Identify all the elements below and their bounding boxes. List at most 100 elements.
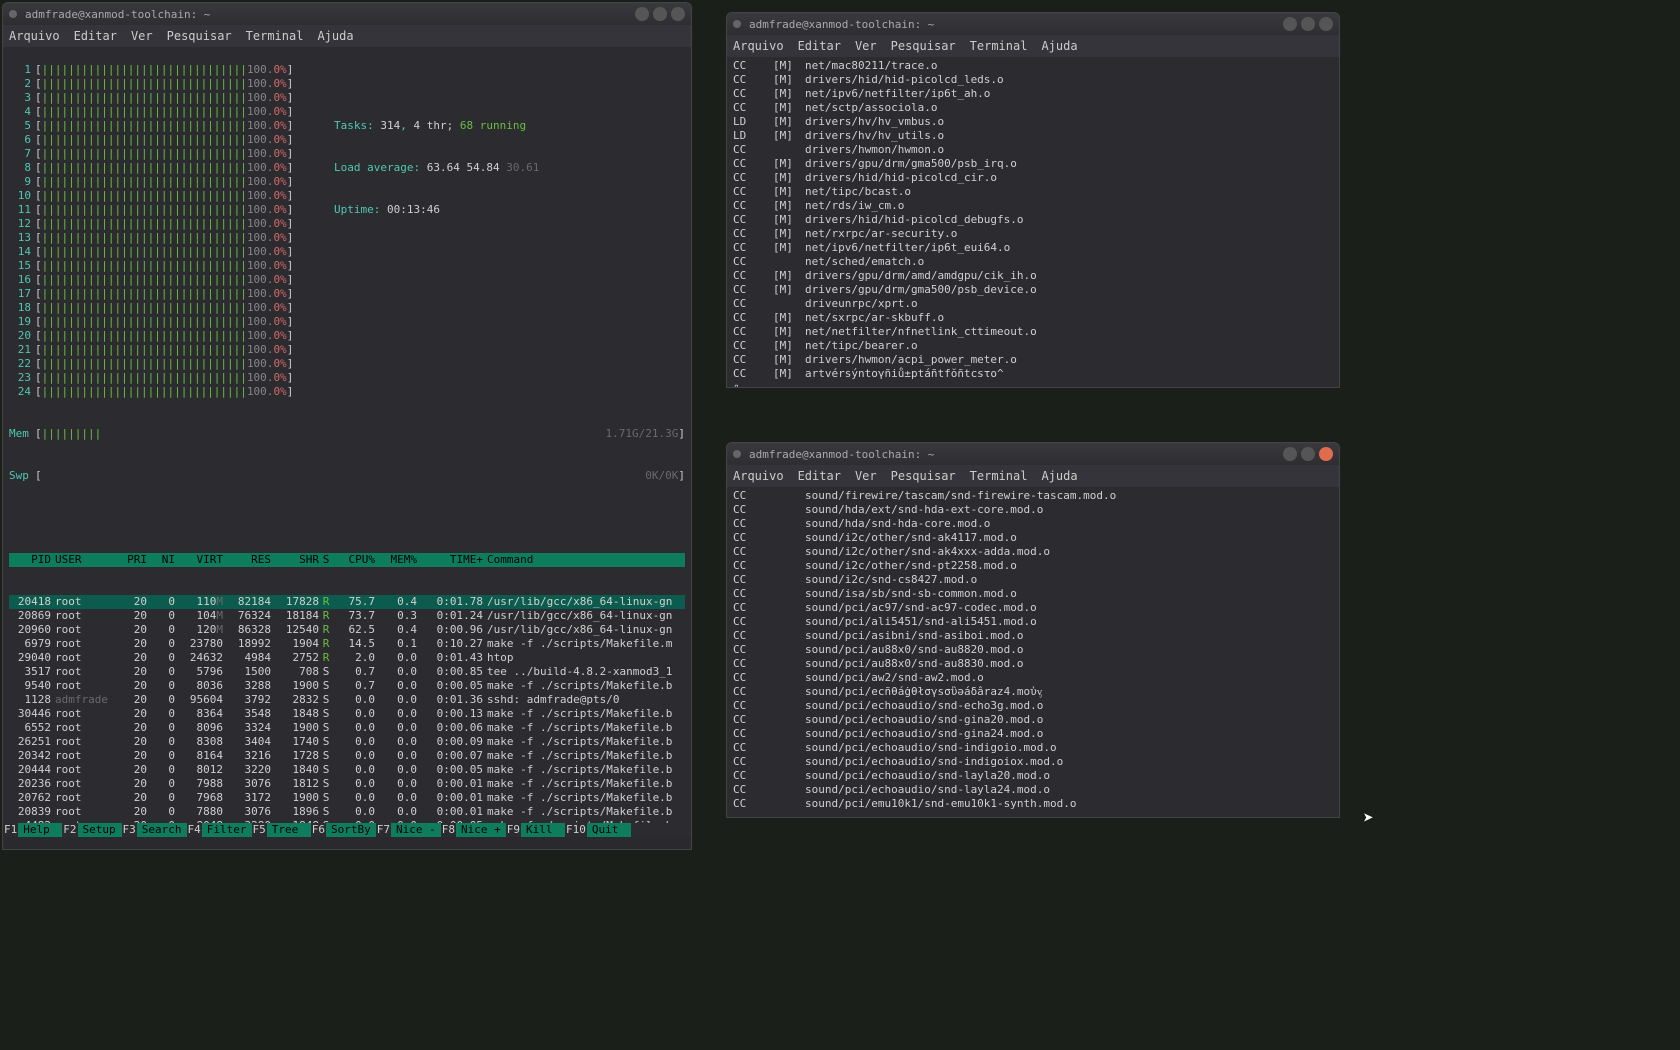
build-line: CC[M] net/tipc/bcast.o [733, 185, 1333, 199]
menu-file[interactable]: Arquivo [9, 29, 60, 43]
terminal-body[interactable]: 1[|||||||||||||||||||||||||||||||100.0%]… [3, 47, 691, 837]
build-line: CC[M] drivers/gpu/drm/amd/amdgpu/cik_ih.… [733, 269, 1333, 283]
col-cpu%[interactable]: CPU% [333, 553, 375, 567]
fkey-quit[interactable]: F10Quit [565, 823, 631, 837]
process-row[interactable]: 20418root200110M8218417828R75.70.40:01.7… [9, 595, 685, 609]
cpu-meter-15: 15[|||||||||||||||||||||||||||||||100.0%… [9, 259, 319, 273]
close-icon[interactable] [671, 7, 685, 21]
build-line: CC[M] net/sxrpc/ar-skbuff.o [733, 311, 1333, 325]
menu-terminal[interactable]: Terminal [246, 29, 304, 43]
process-row[interactable]: 20960root200120M8632812540R62.50.40:00.9… [9, 623, 685, 637]
maximize-icon[interactable] [1301, 447, 1315, 461]
build-line: CC sound/pci/aw2/snd-aw2.mod.o [733, 671, 1333, 685]
process-row[interactable]: 29040root2002463249842752R2.00.00:01.43h… [9, 651, 685, 665]
col-s[interactable]: S [319, 553, 333, 567]
fkey-nice+[interactable]: F8Nice + [441, 823, 506, 837]
cpu-meter-14: 14[|||||||||||||||||||||||||||||||100.0%… [9, 245, 319, 259]
menu-help[interactable]: Ajuda [317, 29, 353, 43]
close-icon[interactable] [1319, 447, 1333, 461]
titlebar[interactable]: admfrade@xanmod-toolchain: ~ [727, 443, 1339, 465]
titlebar[interactable]: admfrade@xanmod-toolchain: ~ [727, 13, 1339, 35]
build-line: CC sound/i2c/other/snd-pt2258.mod.o [733, 559, 1333, 573]
menubar[interactable]: Arquivo Editar Ver Pesquisar Terminal Aj… [3, 25, 691, 47]
process-row[interactable]: 20869root200104M7632418184R73.70.30:01.2… [9, 609, 685, 623]
menu-view[interactable]: Ver [855, 39, 877, 53]
process-header[interactable]: PIDUSERPRINIVIRTRESSHRSCPU%MEM%TIME+Comm… [9, 553, 685, 567]
build-line: CC[M] net/mac80211/trace.o [733, 59, 1333, 73]
col-user[interactable]: USER [51, 553, 115, 567]
process-row[interactable]: 9540root200803632881900S0.70.00:00.05mak… [9, 679, 685, 693]
process-row[interactable]: 20444root200801232201840S0.00.00:00.05ma… [9, 763, 685, 777]
menu-terminal[interactable]: Terminal [970, 39, 1028, 53]
terminal-body[interactable]: CC[M] net/mac80211/trace.o CC[M] drivers… [727, 57, 1339, 387]
col-pid[interactable]: PID [9, 553, 51, 567]
menu-file[interactable]: Arquivo [733, 39, 784, 53]
col-res[interactable]: RES [223, 553, 271, 567]
col-shr[interactable]: SHR [271, 553, 319, 567]
terminal-build-top[interactable]: admfrade@xanmod-toolchain: ~ Arquivo Edi… [726, 12, 1340, 388]
cpu-meter-22: 22[|||||||||||||||||||||||||||||||100.0%… [9, 357, 319, 371]
minimize-icon[interactable] [635, 7, 649, 21]
process-row[interactable]: 26251root200830834041740S0.00.00:00.09ma… [9, 735, 685, 749]
menu-edit[interactable]: Editar [798, 39, 841, 53]
menubar[interactable]: Arquivo Editar Ver Pesquisar Terminal Aj… [727, 35, 1339, 57]
function-keys[interactable]: F1HelpF2SetupF3SearchF4FilterF5TreeF6Sor… [3, 823, 691, 837]
fkey-tree[interactable]: F5Tree [252, 823, 311, 837]
process-row[interactable]: 20839root200788030761896S0.00.00:00.01ma… [9, 805, 685, 819]
col-virt[interactable]: VIRT [175, 553, 223, 567]
process-row[interactable]: 20762root200796831721900S0.00.00:00.01ma… [9, 791, 685, 805]
build-line: CC sound/pci/echoaudio/snd-indigoiox.mod… [733, 755, 1333, 769]
col-mem%[interactable]: MEM% [375, 553, 417, 567]
menu-search[interactable]: Pesquisar [891, 469, 956, 483]
process-row[interactable]: 3517root20057961500708S0.70.00:00.85tee … [9, 665, 685, 679]
minimize-icon[interactable] [1283, 447, 1297, 461]
menu-edit[interactable]: Editar [74, 29, 117, 43]
cpu-meter-11: 11[|||||||||||||||||||||||||||||||100.0%… [9, 203, 319, 217]
close-icon[interactable] [1319, 17, 1333, 31]
col-time+[interactable]: TIME+ [417, 553, 483, 567]
menubar[interactable]: Arquivo Editar Ver Pesquisar Terminal Aj… [727, 465, 1339, 487]
process-row[interactable]: 1128admfrade2009560437922832S0.00.00:01.… [9, 693, 685, 707]
process-row[interactable]: 30446root200836435481848S0.00.00:00.13ma… [9, 707, 685, 721]
cpu-meter-8: 8[|||||||||||||||||||||||||||||||100.0%] [9, 161, 319, 175]
process-row[interactable]: 6979root20023780189921904R14.50.10:10.27… [9, 637, 685, 651]
fkey-nice-[interactable]: F7Nice - [376, 823, 441, 837]
maximize-icon[interactable] [653, 7, 667, 21]
col-ni[interactable]: NI [147, 553, 175, 567]
build-line: CC sound/isa/sb/snd-sb-common.mod.o [733, 587, 1333, 601]
build-line: CC sound/i2c/other/snd-ak4xxx-adda.mod.o [733, 545, 1333, 559]
fkey-filter[interactable]: F4Filter [187, 823, 252, 837]
menu-help[interactable]: Ajuda [1041, 39, 1077, 53]
cpu-meter-24: 24[|||||||||||||||||||||||||||||||100.0%… [9, 385, 319, 399]
menu-search[interactable]: Pesquisar [891, 39, 956, 53]
fkey-sortby[interactable]: F6SortBy [311, 823, 376, 837]
app-icon [9, 10, 17, 18]
cpu-meter-10: 10[|||||||||||||||||||||||||||||||100.0%… [9, 189, 319, 203]
process-list[interactable]: 20418root200110M8218417828R75.70.40:01.7… [9, 595, 685, 837]
menu-terminal[interactable]: Terminal [970, 469, 1028, 483]
fkey-search[interactable]: F3Search [122, 823, 187, 837]
terminal-build-bottom[interactable]: admfrade@xanmod-toolchain: ~ Arquivo Edi… [726, 442, 1340, 818]
fkey-help[interactable]: F1Help [3, 823, 62, 837]
terminal-body[interactable]: CC sound/firewire/tascam/snd-firewire-ta… [727, 487, 1339, 817]
col-command[interactable]: Command [483, 553, 685, 567]
fkey-setup[interactable]: F2Setup [62, 823, 121, 837]
menu-view[interactable]: Ver [131, 29, 153, 43]
terminal-htop[interactable]: admfrade@xanmod-toolchain: ~ Arquivo Edi… [2, 2, 692, 850]
menu-help[interactable]: Ajuda [1041, 469, 1077, 483]
process-row[interactable]: 20342root200816432161728S0.00.00:00.07ma… [9, 749, 685, 763]
menu-search[interactable]: Pesquisar [167, 29, 232, 43]
menu-view[interactable]: Ver [855, 469, 877, 483]
process-row[interactable]: 6552root200809633241900S0.00.00:00.06mak… [9, 721, 685, 735]
maximize-icon[interactable] [1301, 17, 1315, 31]
menu-edit[interactable]: Editar [798, 469, 841, 483]
build-line: CC sound/pci/ali5451/snd-ali5451.mod.o [733, 615, 1333, 629]
fkey-kill[interactable]: F9Kill [506, 823, 565, 837]
menu-file[interactable]: Arquivo [733, 469, 784, 483]
minimize-icon[interactable] [1283, 17, 1297, 31]
process-row[interactable]: 20236root200798830761812S0.00.00:00.01ma… [9, 777, 685, 791]
build-line: CC sound/firewire/tascam/snd-firewire-ta… [733, 489, 1333, 503]
col-pri[interactable]: PRI [115, 553, 147, 567]
build-line: CC[M] drivers/hid/hid-picolcd_cir.o [733, 171, 1333, 185]
titlebar[interactable]: admfrade@xanmod-toolchain: ~ [3, 3, 691, 25]
